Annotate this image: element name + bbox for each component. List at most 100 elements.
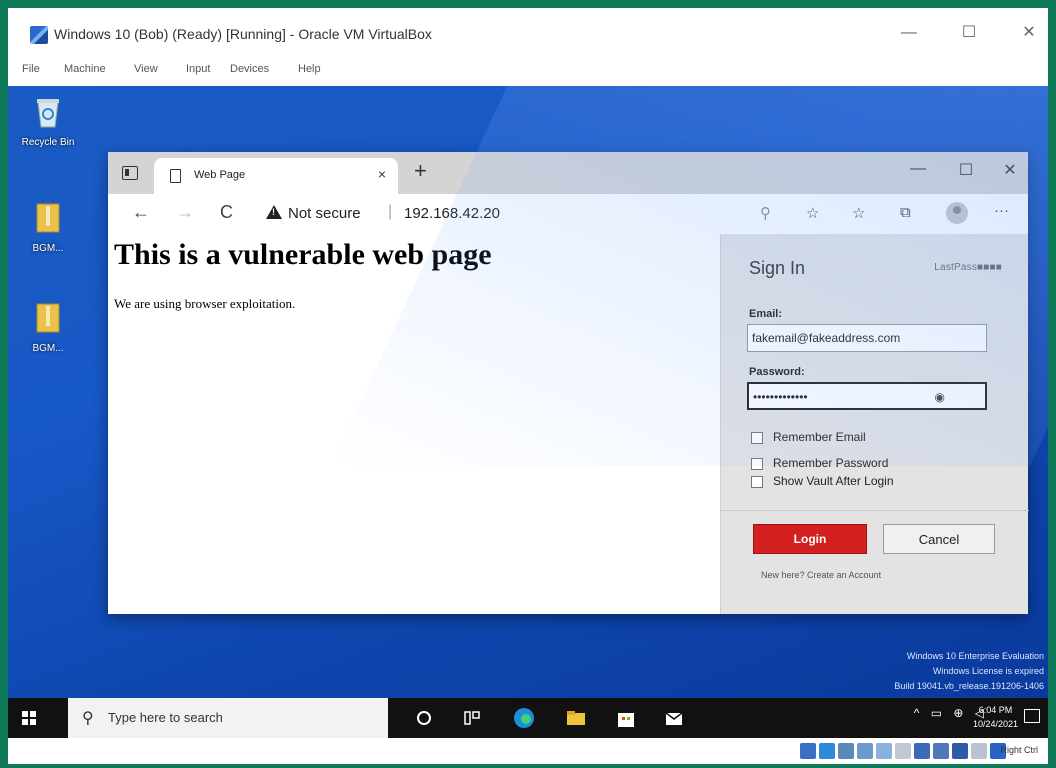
network-icon[interactable] <box>857 743 873 759</box>
usb-icon[interactable] <box>876 743 892 759</box>
optical-drive-icon[interactable] <box>819 743 835 759</box>
windows-license-watermark: Windows 10 Enterprise Evaluation Windows… <box>894 649 1044 694</box>
menu-input[interactable]: Input <box>186 63 210 75</box>
reveal-password-icon[interactable]: ◉ <box>935 390 945 404</box>
browser-maximize-button[interactable]: ☐ <box>950 160 982 180</box>
recycle-bin-icon <box>37 99 59 128</box>
vbox-status-bar: Right Ctrl <box>8 738 1048 764</box>
collections-icon[interactable]: ⧉ <box>900 204 911 221</box>
notification-center-icon[interactable] <box>1024 709 1040 723</box>
desktop-icon-label: Recycle Bin <box>21 137 75 148</box>
key-icon[interactable]: ⚲ <box>760 204 771 222</box>
checkbox-box[interactable] <box>751 431 763 444</box>
desktop-icon-label: BGM... <box>32 343 64 354</box>
audio-icon[interactable] <box>838 743 854 759</box>
menu-machine[interactable]: Machine <box>64 63 106 75</box>
search-icon: ⚲ <box>82 710 94 727</box>
remember-password-label: Remember Password <box>773 456 889 470</box>
checkbox-box[interactable] <box>751 457 763 470</box>
mail-icon[interactable] <box>662 706 686 730</box>
forward-button[interactable]: → <box>176 202 194 223</box>
clock-time: 6:04 PM <box>978 705 1013 715</box>
password-value: ••••••••••••• <box>753 390 808 404</box>
cortana-icon[interactable] <box>412 706 436 730</box>
desktop-icon-file-1[interactable]: BGM... <box>18 202 78 254</box>
vbox-minimize-button[interactable]: — <box>894 22 924 44</box>
password-field[interactable]: ••••••••••••• ◉ <box>747 382 987 410</box>
url-text[interactable]: 192.168.42.20 <box>404 205 500 222</box>
file-explorer-icon[interactable] <box>564 706 588 730</box>
create-account-link[interactable]: New here? Create an Account <box>761 570 881 580</box>
watermark-line: Windows License is expired <box>932 666 1044 676</box>
display-icon[interactable] <box>914 743 930 759</box>
not-secure-label[interactable]: Not secure <box>288 205 361 222</box>
signin-title: Sign In <box>749 258 806 278</box>
refresh-button[interactable]: C <box>220 202 233 223</box>
folder-zip-icon <box>36 303 60 333</box>
mouse-integration-icon[interactable] <box>971 743 987 759</box>
remember-password-checkbox[interactable]: Remember Password <box>751 456 888 470</box>
edge-browser-window: Web Page × + — ☐ ✕ ← → C Not secure | 19… <box>108 152 1029 614</box>
browser-toolbar: ← → C Not secure | 192.168.42.20 ⚲ ☆ ☆ ⧉… <box>108 194 1028 234</box>
tab-strip: Web Page × + — ☐ ✕ <box>108 152 1028 194</box>
address-separator: | <box>388 203 393 220</box>
video-capture-icon[interactable] <box>933 743 949 759</box>
watermark-line: Build 19041.vb_release.191206-1406 <box>894 681 1044 691</box>
desktop-icon-file-2[interactable]: BGM... <box>18 302 78 354</box>
login-button[interactable]: Login <box>753 524 867 554</box>
taskbar-search-box[interactable]: ⚲ Type here to search <box>68 698 388 738</box>
favorites-icon[interactable]: ☆ <box>852 204 865 222</box>
clock-date: 10/24/2021 <box>972 719 1018 729</box>
back-button[interactable]: ← <box>132 202 150 223</box>
address-bar[interactable]: Not secure | 192.168.42.20 <box>258 199 888 229</box>
windows-start-icon[interactable] <box>22 711 36 725</box>
email-label: Email: <box>749 308 783 320</box>
vbox-maximize-button[interactable]: ☐ <box>954 22 984 44</box>
panel-divider <box>721 510 1029 511</box>
vbox-close-button[interactable]: ✕ <box>1014 22 1044 44</box>
browser-minimize-button[interactable]: — <box>902 160 934 178</box>
browser-close-button[interactable]: ✕ <box>994 160 1026 180</box>
tab-close-icon[interactable]: × <box>378 166 386 182</box>
checkbox-box[interactable] <box>751 475 763 488</box>
desktop-icon-label: BGM... <box>32 243 64 254</box>
lastpass-signin-panel: Sign In LastPass■■■■ Email: fakemail@fak… <box>720 234 1029 614</box>
windows-taskbar: ⚲ Type here to search ^ ▭ ⊕ ◁ 6:04 PM 10… <box>8 698 1048 738</box>
password-label: Password: <box>749 366 805 378</box>
menu-devices[interactable]: Devices <box>230 63 269 75</box>
show-vault-label: Show Vault After Login <box>773 474 894 488</box>
store-icon[interactable] <box>614 706 638 730</box>
profile-avatar-icon[interactable] <box>946 202 968 224</box>
email-field[interactable]: fakemail@fakeaddress.com <box>747 324 987 352</box>
settings-menu-icon[interactable]: ··· <box>994 202 1009 219</box>
virtualbox-logo-icon <box>30 26 48 44</box>
show-vault-checkbox[interactable]: Show Vault After Login <box>751 474 894 488</box>
host-key-label: Right Ctrl <box>1000 745 1038 755</box>
vbox-window-title: Windows 10 (Bob) (Ready) [Running] - Ora… <box>54 26 432 42</box>
cpu-icon[interactable] <box>952 743 968 759</box>
lastpass-logo: LastPass■■■■ <box>934 262 1002 273</box>
page-paragraph: We are using browser exploitation. <box>114 296 296 311</box>
remember-email-checkbox[interactable]: Remember Email <box>751 430 866 444</box>
watermark-line: Windows 10 Enterprise Evaluation <box>906 651 1044 661</box>
folder-zip-icon <box>36 203 60 233</box>
task-view-icon[interactable] <box>460 706 484 730</box>
vbox-menubar: File Machine View Input Devices Help <box>8 58 1048 86</box>
new-tab-button[interactable]: + <box>414 158 427 184</box>
browser-tab[interactable]: Web Page × <box>154 158 398 194</box>
taskbar-clock[interactable]: 6:04 PM 10/24/2021 <box>973 703 1018 731</box>
warning-icon <box>266 205 282 219</box>
cancel-button[interactable]: Cancel <box>883 524 995 554</box>
menu-file[interactable]: File <box>22 63 40 75</box>
menu-view[interactable]: View <box>134 63 158 75</box>
read-aloud-icon[interactable]: ☆ <box>806 204 819 222</box>
edge-browser-icon[interactable] <box>512 706 536 730</box>
desktop-icon-recycle-bin[interactable]: Recycle Bin <box>18 96 78 148</box>
menu-help[interactable]: Help <box>298 63 321 75</box>
tab-actions-icon[interactable] <box>122 166 138 180</box>
page-favicon-icon <box>170 169 181 183</box>
tab-title: Web Page <box>194 169 246 181</box>
hard-disk-icon[interactable] <box>800 743 816 759</box>
shared-folders-icon[interactable] <box>895 743 911 759</box>
web-page-content: This is a vulnerable web page We are usi… <box>108 234 720 614</box>
